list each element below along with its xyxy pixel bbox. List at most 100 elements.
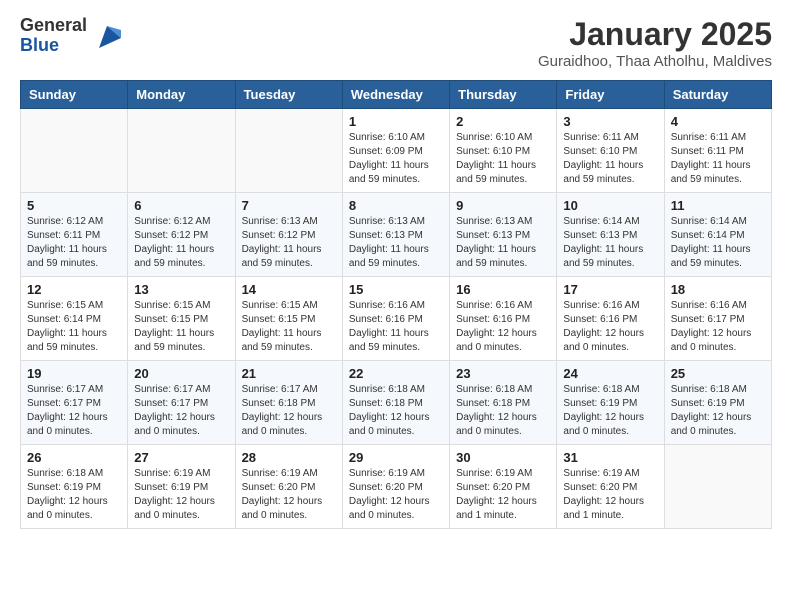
subtitle: Guraidhoo, Thaa Atholhu, Maldives — [538, 53, 772, 70]
calendar-cell: 20Sunrise: 6:17 AMSunset: 6:17 PMDayligh… — [128, 361, 235, 445]
calendar-cell: 15Sunrise: 6:16 AMSunset: 6:16 PMDayligh… — [342, 277, 449, 361]
day-number: 6 — [134, 198, 228, 213]
day-number: 9 — [456, 198, 550, 213]
day-number: 13 — [134, 282, 228, 297]
day-info: Sunrise: 6:18 AMSunset: 6:19 PMDaylight:… — [27, 467, 121, 523]
calendar-cell: 5 Sunrise: 6:12 AMSunset: 6:11 PMDaylight… — [21, 193, 128, 277]
calendar-cell: 26 Sunrise: 6:18 AMSunset: 6:19 PMDayligh… — [21, 445, 128, 529]
weekday-header: Monday — [128, 81, 235, 109]
calendar-cell: 14 Sunrise: 6:15 AMSunset: 6:15 PMDayligh… — [235, 277, 342, 361]
day-info: Sunrise: 6:18 AMSunset: 6:18 PMDaylight:… — [456, 383, 550, 439]
calendar-cell — [235, 109, 342, 193]
day-number: 23 — [456, 366, 550, 381]
calendar-week-row: 26 Sunrise: 6:18 AMSunset: 6:19 PMDayligh… — [21, 445, 772, 529]
calendar-week-row: 19Sunrise: 6:17 AMSunset: 6:17 PMDayligh… — [21, 361, 772, 445]
day-info: Sunrise: 6:12 AMSunset: 6:12 PMDaylight:… — [134, 215, 228, 271]
header: General Blue January 2025 Guraidhoo, Tha… — [20, 16, 772, 70]
calendar-cell: 2 Sunrise: 6:10 AMSunset: 6:10 PMDaylight… — [450, 109, 557, 193]
calendar-cell: 1 Sunrise: 6:10 AMSunset: 6:09 PMDaylight… — [342, 109, 449, 193]
day-number: 17 — [563, 282, 657, 297]
calendar-cell: 29 Sunrise: 6:19 AMSunset: 6:20 PMDayligh… — [342, 445, 449, 529]
day-number: 18 — [671, 282, 765, 297]
day-info: Sunrise: 6:16 AMSunset: 6:17 PMDaylight:… — [671, 299, 765, 355]
day-number: 8 — [349, 198, 443, 213]
calendar-cell — [21, 109, 128, 193]
day-number: 30 — [456, 450, 550, 465]
calendar-cell: 18 Sunrise: 6:16 AMSunset: 6:17 PMDayligh… — [664, 277, 771, 361]
calendar-week-row: 5 Sunrise: 6:12 AMSunset: 6:11 PMDaylight… — [21, 193, 772, 277]
day-info: Sunrise: 6:10 AMSunset: 6:10 PMDaylight:… — [456, 131, 550, 187]
day-info: Sunrise: 6:18 AMSunset: 6:19 PMDaylight:… — [671, 383, 765, 439]
day-info: Sunrise: 6:14 AMSunset: 6:14 PMDaylight:… — [671, 215, 765, 271]
day-info: Sunrise: 6:13 AMSunset: 6:13 PMDaylight:… — [456, 215, 550, 271]
calendar-cell: 21 Sunrise: 6:17 AMSunset: 6:18 PMDayligh… — [235, 361, 342, 445]
weekday-header: Sunday — [21, 81, 128, 109]
day-number: 11 — [671, 198, 765, 213]
day-number: 24 — [563, 366, 657, 381]
weekday-header: Tuesday — [235, 81, 342, 109]
day-number: 14 — [242, 282, 336, 297]
day-info: Sunrise: 6:19 AMSunset: 6:20 PMDaylight:… — [349, 467, 443, 523]
day-info: Sunrise: 6:15 AMSunset: 6:15 PMDaylight:… — [134, 299, 228, 355]
calendar-cell: 17 Sunrise: 6:16 AMSunset: 6:16 PMDayligh… — [557, 277, 664, 361]
day-number: 29 — [349, 450, 443, 465]
day-number: 26 — [27, 450, 121, 465]
logo-icon — [91, 20, 123, 52]
calendar-cell: 11 Sunrise: 6:14 AMSunset: 6:14 PMDayligh… — [664, 193, 771, 277]
day-number: 21 — [242, 366, 336, 381]
calendar-cell: 13 Sunrise: 6:15 AMSunset: 6:15 PMDayligh… — [128, 277, 235, 361]
title-block: January 2025 Guraidhoo, Thaa Atholhu, Ma… — [538, 16, 772, 70]
weekday-header: Wednesday — [342, 81, 449, 109]
main-title: January 2025 — [538, 16, 772, 53]
day-info: Sunrise: 6:19 AMSunset: 6:20 PMDaylight:… — [242, 467, 336, 523]
calendar-cell: 9 Sunrise: 6:13 AMSunset: 6:13 PMDaylight… — [450, 193, 557, 277]
day-info: Sunrise: 6:13 AMSunset: 6:12 PMDaylight:… — [242, 215, 336, 271]
calendar: SundayMondayTuesdayWednesdayThursdayFrid… — [20, 80, 772, 529]
day-number: 2 — [456, 114, 550, 129]
calendar-cell: 10 Sunrise: 6:14 AMSunset: 6:13 PMDayligh… — [557, 193, 664, 277]
day-number: 19 — [27, 366, 121, 381]
logo-general: General — [20, 15, 87, 35]
calendar-cell: 4 Sunrise: 6:11 AMSunset: 6:11 PMDaylight… — [664, 109, 771, 193]
day-number: 3 — [563, 114, 657, 129]
day-info: Sunrise: 6:17 AMSunset: 6:18 PMDaylight:… — [242, 383, 336, 439]
weekday-header: Thursday — [450, 81, 557, 109]
calendar-cell: 30Sunrise: 6:19 AMSunset: 6:20 PMDayligh… — [450, 445, 557, 529]
calendar-cell: 3 Sunrise: 6:11 AMSunset: 6:10 PMDaylight… — [557, 109, 664, 193]
calendar-cell: 8Sunrise: 6:13 AMSunset: 6:13 PMDaylight… — [342, 193, 449, 277]
day-number: 27 — [134, 450, 228, 465]
calendar-cell: 23 Sunrise: 6:18 AMSunset: 6:18 PMDayligh… — [450, 361, 557, 445]
day-number: 25 — [671, 366, 765, 381]
weekday-header: Saturday — [664, 81, 771, 109]
day-info: Sunrise: 6:15 AMSunset: 6:14 PMDaylight:… — [27, 299, 121, 355]
day-info: Sunrise: 6:16 AMSunset: 6:16 PMDaylight:… — [349, 299, 443, 355]
day-number: 28 — [242, 450, 336, 465]
calendar-cell: 7 Sunrise: 6:13 AMSunset: 6:12 PMDaylight… — [235, 193, 342, 277]
day-number: 7 — [242, 198, 336, 213]
calendar-cell: 28 Sunrise: 6:19 AMSunset: 6:20 PMDayligh… — [235, 445, 342, 529]
day-info: Sunrise: 6:19 AMSunset: 6:19 PMDaylight:… — [134, 467, 228, 523]
calendar-cell: 19Sunrise: 6:17 AMSunset: 6:17 PMDayligh… — [21, 361, 128, 445]
logo-blue: Blue — [20, 35, 59, 55]
day-info: Sunrise: 6:12 AMSunset: 6:11 PMDaylight:… — [27, 215, 121, 271]
day-info: Sunrise: 6:11 AMSunset: 6:10 PMDaylight:… — [563, 131, 657, 187]
calendar-cell: 25 Sunrise: 6:18 AMSunset: 6:19 PMDayligh… — [664, 361, 771, 445]
day-number: 16 — [456, 282, 550, 297]
calendar-week-row: 12Sunrise: 6:15 AMSunset: 6:14 PMDayligh… — [21, 277, 772, 361]
day-number: 10 — [563, 198, 657, 213]
day-number: 31 — [563, 450, 657, 465]
day-info: Sunrise: 6:14 AMSunset: 6:13 PMDaylight:… — [563, 215, 657, 271]
day-number: 5 — [27, 198, 121, 213]
day-info: Sunrise: 6:10 AMSunset: 6:09 PMDaylight:… — [349, 131, 443, 187]
day-number: 4 — [671, 114, 765, 129]
page: General Blue January 2025 Guraidhoo, Tha… — [0, 0, 792, 541]
day-number: 22 — [349, 366, 443, 381]
day-number: 1 — [349, 114, 443, 129]
day-info: Sunrise: 6:11 AMSunset: 6:11 PMDaylight:… — [671, 131, 765, 187]
calendar-cell: 16 Sunrise: 6:16 AMSunset: 6:16 PMDayligh… — [450, 277, 557, 361]
day-info: Sunrise: 6:15 AMSunset: 6:15 PMDaylight:… — [242, 299, 336, 355]
calendar-cell: 31Sunrise: 6:19 AMSunset: 6:20 PMDayligh… — [557, 445, 664, 529]
logo: General Blue — [20, 16, 123, 56]
day-info: Sunrise: 6:16 AMSunset: 6:16 PMDaylight:… — [456, 299, 550, 355]
day-info: Sunrise: 6:16 AMSunset: 6:16 PMDaylight:… — [563, 299, 657, 355]
